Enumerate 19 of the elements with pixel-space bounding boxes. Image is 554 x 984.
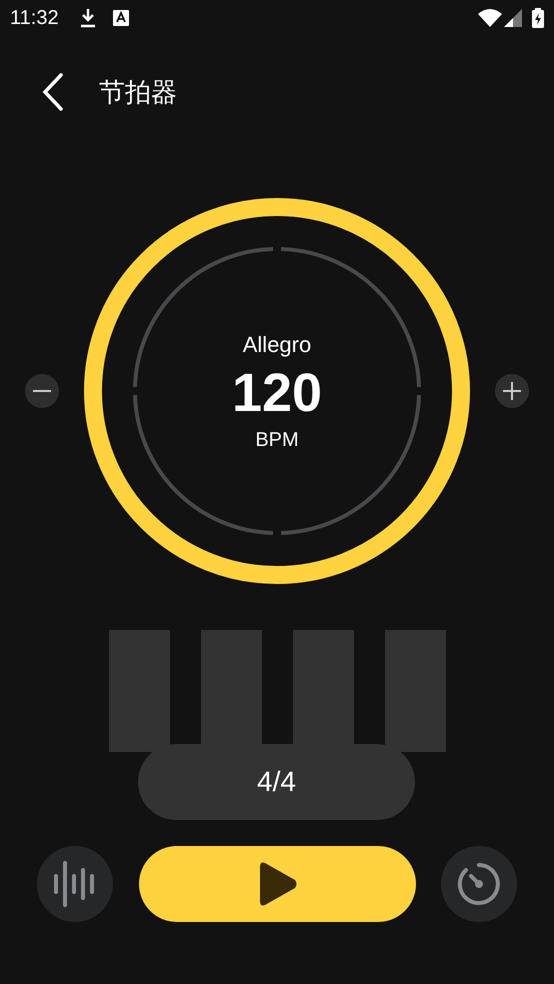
download-icon [78,8,97,28]
page-title: 节拍器 [99,76,177,108]
minus-icon [33,390,51,392]
tempo-dial[interactable]: Allegro 120 BPM [84,198,470,584]
decrease-button[interactable] [25,374,59,408]
time-signature-button[interactable]: 4/4 [138,744,415,820]
battery-icon [532,8,544,28]
bpm-unit: BPM [255,428,299,452]
bpm-value: 120 [232,362,322,424]
status-time: 11:32 [10,6,59,31]
plus-icon [503,382,521,400]
wifi-icon [478,9,502,27]
waveform-icon [54,861,96,907]
keyboard-icon [112,10,129,26]
increase-button[interactable] [495,374,529,408]
back-icon [42,73,64,111]
tempo-name: Allegro [242,330,312,359]
timer-icon [457,862,501,906]
signal-icon [504,9,522,27]
